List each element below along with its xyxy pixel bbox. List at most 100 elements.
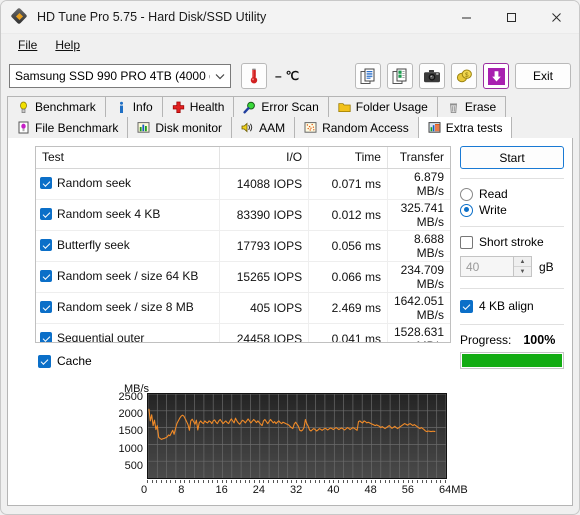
row-checkbox[interactable]: [40, 208, 52, 220]
tab-random-access[interactable]: Random Access: [294, 117, 419, 138]
row-transfer: 325.741 MB/s: [387, 199, 450, 231]
x-tick-label: 40: [327, 484, 340, 496]
tab-disk-monitor-label: Disk monitor: [155, 120, 223, 135]
chevron-down-icon: [210, 73, 230, 80]
column-header-test[interactable]: Test: [36, 147, 221, 169]
row-transfer: 234.709 MB/s: [387, 261, 450, 293]
column-header-io[interactable]: I/O: [219, 147, 310, 169]
copy-text-icon[interactable]: [355, 63, 381, 89]
row-test-name: Butterfly seek: [57, 238, 130, 252]
magnifier-icon: [243, 101, 256, 114]
table-row[interactable]: Random seek / size 8 MB 405 IOPS 2.469 m…: [36, 292, 450, 324]
info-icon: [115, 101, 128, 114]
row-io: 15265 IOPS: [219, 261, 310, 293]
exit-label: Exit: [532, 69, 553, 83]
cache-checkbox[interactable]: [38, 354, 51, 368]
row-checkbox[interactable]: [40, 332, 52, 342]
row-time: 0.041 ms: [308, 323, 388, 342]
x-tick-label: 56: [401, 484, 414, 496]
close-icon[interactable]: [534, 1, 579, 33]
lightbulb-icon: [17, 101, 30, 114]
tab-folder-usage[interactable]: Folder Usage: [327, 96, 438, 117]
menu-file[interactable]: File: [9, 36, 46, 54]
radio-read[interactable]: Read: [460, 187, 570, 201]
table-row[interactable]: Random seek / size 64 KB 15265 IOPS 0.06…: [36, 261, 450, 293]
short-stroke-unit: gB: [539, 259, 554, 274]
menu-help-label: Help: [55, 38, 81, 52]
short-stroke-checkbox[interactable]: [460, 235, 473, 249]
menu-file-label: File: [18, 38, 38, 52]
temperature-value: – ℃: [275, 69, 300, 83]
table-row[interactable]: Random seek 4 KB 83390 IOPS 0.012 ms 325…: [36, 199, 450, 231]
row-test-name: Random seek: [57, 176, 132, 190]
column-header-transfer[interactable]: Transfer: [387, 147, 450, 169]
x-tick-label: 48: [364, 484, 377, 496]
tab-aam-label: AAM: [259, 120, 286, 135]
y-tick: 2500: [118, 391, 143, 403]
tab-extra-tests[interactable]: Extra tests: [417, 117, 513, 138]
chart-y-tick-labels: 2500 2000 1500 1000 500: [111, 391, 143, 478]
align-label: 4 KB align: [479, 299, 534, 313]
x-tick-label: 0: [141, 484, 148, 496]
screenshot-camera-icon[interactable]: [419, 63, 445, 89]
tab-erase[interactable]: Erase: [436, 96, 507, 117]
spinner-buttons[interactable]: ▲ ▼: [513, 257, 531, 276]
tab-health[interactable]: Health: [161, 96, 235, 117]
cache-label: Cache: [57, 354, 92, 368]
menu-help[interactable]: Help: [46, 36, 89, 54]
minimize-icon[interactable]: [444, 1, 489, 33]
exit-button[interactable]: Exit: [515, 63, 571, 89]
tab-file-benchmark[interactable]: File Benchmark: [7, 117, 129, 138]
tab-erase-label: Erase: [464, 100, 497, 114]
row-time: 0.066 ms: [308, 261, 388, 293]
row-io: 17793 IOPS: [219, 230, 310, 262]
drive-select[interactable]: Samsung SSD 990 PRO 4TB (4000 gB): [9, 64, 231, 88]
tab-row-2: File Benchmark Disk monitor AAM Random A…: [7, 117, 573, 138]
row-transfer: 8.688 MB/s: [387, 230, 450, 262]
row-checkbox[interactable]: [40, 270, 52, 282]
row-io: 24458 IOPS: [219, 323, 310, 342]
align-checkbox[interactable]: [460, 299, 473, 313]
row-test-name: Random seek / size 64 KB: [57, 269, 199, 283]
table-row[interactable]: Random seek 14088 IOPS 0.071 ms 6.879 MB…: [36, 168, 450, 200]
extra-tests-icon: [428, 121, 441, 134]
scatter-dots-icon: [304, 121, 317, 134]
thermometer-icon[interactable]: [241, 63, 267, 89]
tab-disk-monitor[interactable]: Disk monitor: [127, 117, 233, 138]
tab-error-scan[interactable]: Error Scan: [233, 96, 329, 117]
tab-info[interactable]: Info: [104, 96, 163, 117]
row-test-name: Sequential outer: [57, 331, 145, 343]
short-stroke-row[interactable]: Short stroke: [460, 235, 570, 249]
maximize-icon[interactable]: [489, 1, 534, 33]
radio-write[interactable]: Write: [460, 203, 570, 217]
copy-excel-icon[interactable]: [387, 63, 413, 89]
start-button[interactable]: Start: [460, 146, 564, 169]
column-header-time[interactable]: Time: [308, 147, 388, 169]
hd-tune-window: HD Tune Pro 5.75 - Hard Disk/SSD Utility…: [0, 0, 580, 515]
align-row[interactable]: 4 KB align: [460, 299, 570, 313]
chart-x-tick-labels: 0 8 16 24 32 40 48 56 64MB: [139, 484, 468, 498]
short-stroke-value: 40: [466, 259, 480, 274]
table-row[interactable]: Sequential outer 24458 IOPS 0.041 ms 152…: [36, 323, 450, 343]
divider: [460, 226, 564, 227]
write-radio[interactable]: [460, 203, 473, 217]
cache-checkbox-row[interactable]: Cache: [38, 354, 92, 368]
row-checkbox[interactable]: [40, 301, 52, 313]
spinner-down-icon[interactable]: ▼: [514, 267, 531, 276]
tab-health-label: Health: [189, 100, 225, 114]
tab-bar: Benchmark Info Health Error Scan Folder …: [1, 96, 579, 138]
read-radio[interactable]: [460, 187, 473, 201]
row-checkbox[interactable]: [40, 239, 52, 251]
spinner-up-icon[interactable]: ▲: [514, 257, 531, 267]
toolbar-buttons: $ Exit: [355, 63, 571, 89]
coins-icon[interactable]: $: [451, 63, 477, 89]
tab-aam[interactable]: AAM: [231, 117, 296, 138]
table-header-row: Test I/O Time Transfer: [36, 147, 450, 169]
table-row[interactable]: Butterfly seek 17793 IOPS 0.056 ms 8.688…: [36, 230, 450, 262]
row-checkbox[interactable]: [40, 177, 52, 189]
progress-bar: [460, 352, 564, 369]
window-title: HD Tune Pro 5.75 - Hard Disk/SSD Utility: [37, 10, 267, 24]
download-arrow-icon[interactable]: [483, 63, 509, 89]
short-stroke-input[interactable]: 40 ▲ ▼: [460, 256, 532, 277]
tab-benchmark[interactable]: Benchmark: [7, 96, 106, 117]
